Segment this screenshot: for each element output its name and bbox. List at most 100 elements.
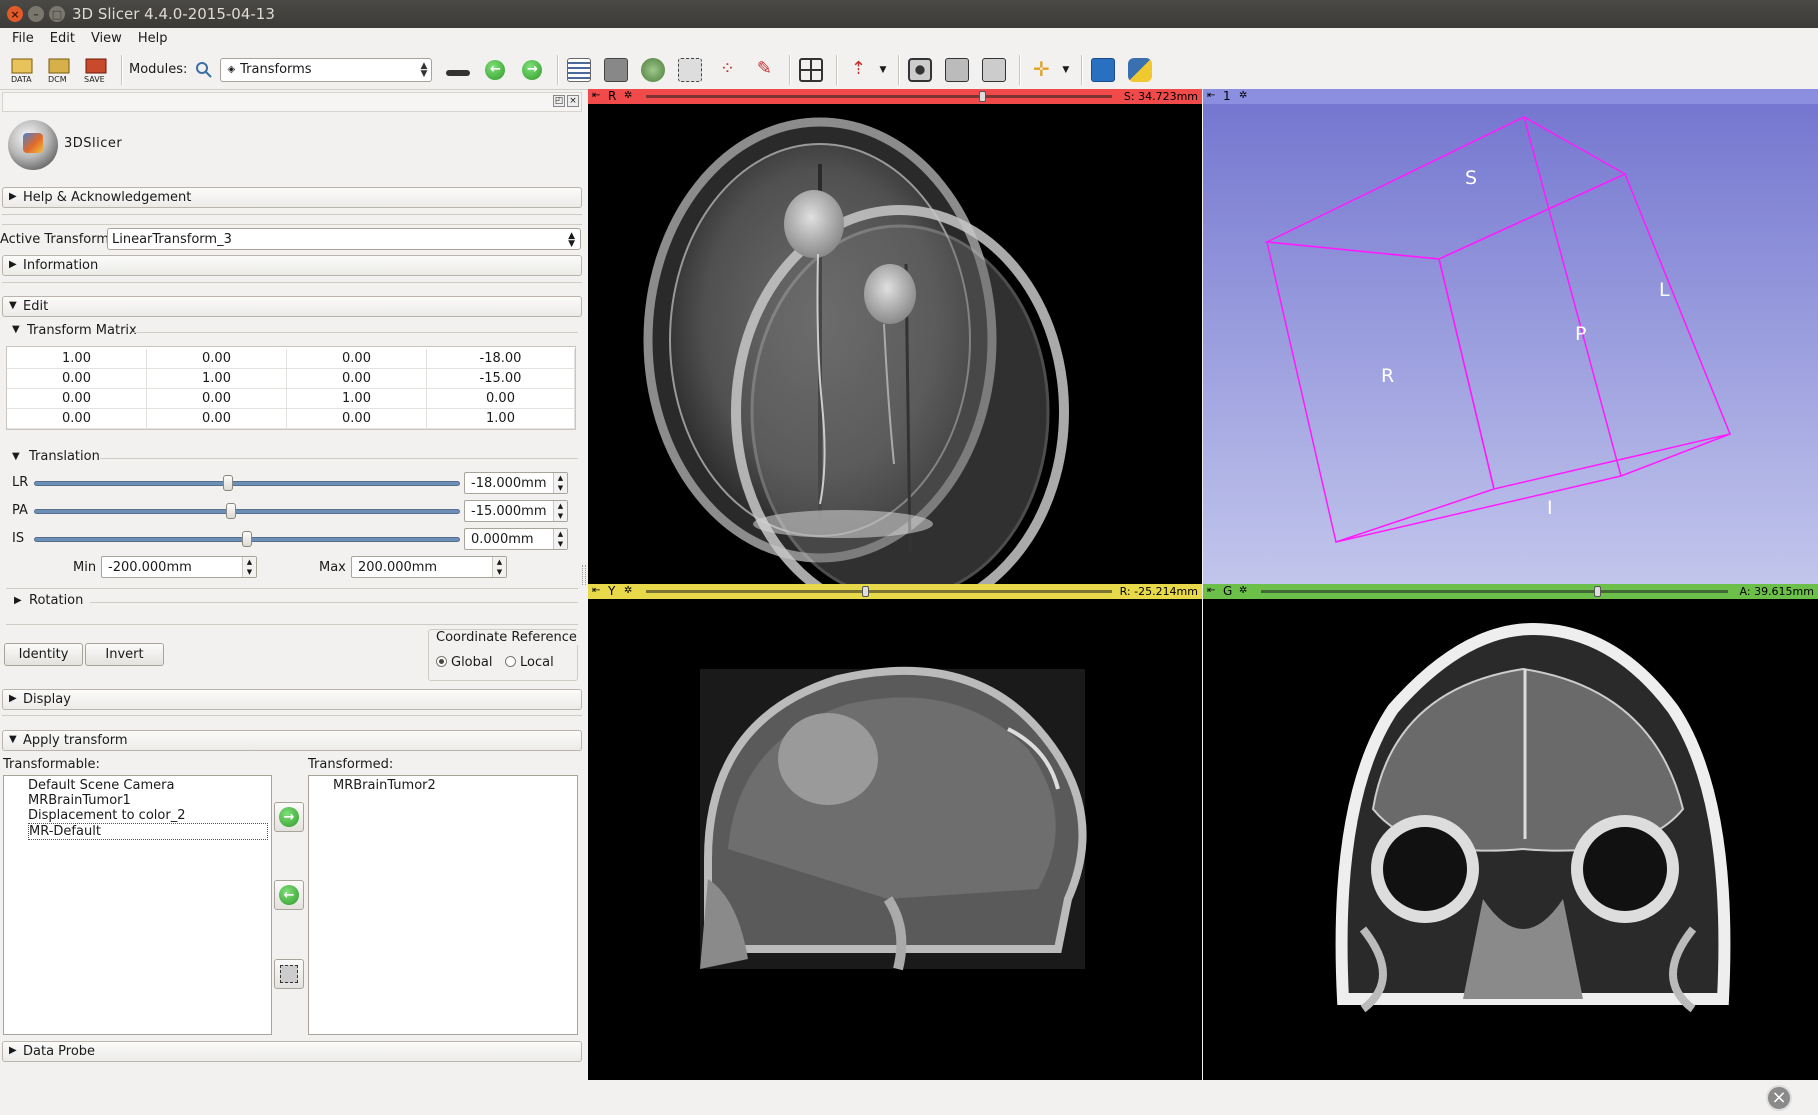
matrix-cell[interactable]: 0.00 [147, 349, 287, 369]
module-selector[interactable]: ◈ Transforms ▲ ▼ [220, 57, 433, 82]
pin-icon[interactable]: ⇤ [592, 585, 600, 596]
global-radio[interactable]: Global [436, 655, 492, 670]
pin-icon[interactable]: ⇤ [592, 90, 600, 101]
apply-transform-button[interactable]: → [274, 802, 304, 832]
layout-button[interactable] [795, 54, 827, 86]
transformed-list[interactable]: MRBrainTumor2 [308, 775, 578, 1035]
slider-handle[interactable] [978, 91, 986, 102]
dropdown-arrow-icon[interactable]: ▼ [879, 65, 886, 75]
transform-matrix-table[interactable]: 1.00 0.00 0.00 -18.00 0.00 1.00 0.00 -15.00 0.00… [6, 346, 576, 430]
transformable-item[interactable]: MRBrainTumor1 [28, 793, 131, 808]
green-slice-view[interactable] [1203, 599, 1818, 1080]
matrix-cell[interactable]: 0.00 [7, 369, 147, 389]
matrix-cell[interactable]: 1.00 [147, 369, 287, 389]
translation-slider[interactable] [34, 481, 460, 486]
transformable-list[interactable]: Default Scene Camera MRBrainTumor1 Displac… [3, 775, 272, 1035]
spin-arrows-icon[interactable]: ▲ ▼ [553, 529, 567, 549]
matrix-cell[interactable]: 0.00 [287, 409, 427, 429]
identity-button[interactable]: Identity [4, 643, 83, 666]
volumes-module-button[interactable] [600, 54, 632, 86]
transformed-item[interactable]: MRBrainTumor2 [333, 778, 436, 793]
matrix-cell[interactable]: -18.00 [427, 349, 575, 369]
spin-arrows-icon[interactable]: ▲ ▼ [242, 557, 256, 577]
load-dicom-button[interactable]: DCM [43, 54, 75, 86]
pin-icon[interactable]: ⇤ [1207, 585, 1215, 596]
local-radio[interactable]: Local [505, 655, 554, 670]
place-fiducial-button[interactable]: ✛ [1025, 54, 1057, 86]
translation-slider[interactable] [34, 509, 460, 514]
menu-file[interactable]: File [4, 28, 42, 50]
matrix-cell[interactable]: 1.00 [287, 389, 427, 409]
max-spinbox[interactable]: 200.000mm ▲ ▼ [351, 556, 507, 578]
spin-arrows-icon[interactable]: ▲ ▼ [553, 501, 567, 521]
3d-view[interactable]: S L P R I [1203, 104, 1818, 584]
editor-module-button[interactable]: ✎ [748, 54, 780, 86]
screenshot-button[interactable] [904, 54, 936, 86]
translation-spinbox[interactable]: 0.000mm ▲ ▼ [464, 528, 568, 550]
window-maximize-button[interactable]: □ [49, 6, 65, 22]
data-probe-section-header[interactable]: ▶ Data Probe [2, 1041, 582, 1062]
active-transform-selector[interactable]: LinearTransform_3 ▲ ▼ [107, 228, 581, 250]
matrix-cell[interactable]: 0.00 [427, 389, 575, 409]
matrix-cell[interactable]: 0.00 [147, 409, 287, 429]
slice-offset-slider[interactable] [1261, 590, 1728, 593]
float-icon[interactable]: ◰ [553, 95, 565, 107]
matrix-cell[interactable]: 1.00 [7, 349, 147, 369]
expand-icon[interactable]: ▶ [14, 595, 22, 606]
slice-offset-slider[interactable] [646, 95, 1112, 98]
window-minimize-button[interactable]: – [28, 6, 44, 22]
scene-restore-button[interactable] [978, 54, 1010, 86]
min-spinbox[interactable]: -200.000mm ▲ ▼ [101, 556, 257, 578]
transformable-item[interactable]: Displacement to color_2 [28, 808, 185, 823]
crosshair-button[interactable]: ⇡ [842, 54, 874, 86]
back-module-button[interactable]: ← [479, 54, 511, 86]
save-button[interactable]: SAVE [80, 54, 112, 86]
view-options-icon[interactable]: ✲ [1239, 90, 1247, 101]
harden-transform-button[interactable] [274, 959, 304, 989]
slider-handle[interactable] [862, 586, 870, 597]
yellow-slice-view[interactable] [588, 599, 1202, 1080]
forward-module-button[interactable]: → [516, 54, 548, 86]
transformable-item[interactable]: MR-Default [28, 823, 268, 840]
python-console-button[interactable] [1124, 54, 1156, 86]
translation-spinbox[interactable]: -18.000mm ▲ ▼ [464, 472, 568, 494]
matrix-cell[interactable]: 0.00 [7, 409, 147, 429]
scene-view-button[interactable] [941, 54, 973, 86]
slider-handle[interactable] [242, 531, 252, 547]
spin-arrows-icon[interactable]: ▲ ▼ [553, 473, 567, 493]
matrix-cell[interactable]: 0.00 [147, 389, 287, 409]
spin-arrows-icon[interactable]: ▲ ▼ [492, 557, 506, 577]
slider-handle[interactable] [222, 475, 233, 491]
matrix-cell[interactable]: -15.00 [427, 369, 575, 389]
pin-icon[interactable]: ⇤ [1207, 90, 1215, 101]
matrix-cell[interactable]: 0.00 [287, 369, 427, 389]
close-icon[interactable]: × [567, 95, 579, 107]
view-options-icon[interactable]: ✲ [624, 90, 632, 101]
matrix-cell[interactable]: 0.00 [7, 389, 147, 409]
slider-handle[interactable] [1594, 586, 1602, 597]
markups-module-button[interactable]: ⁘ [711, 54, 743, 86]
remove-transform-button[interactable]: ← [274, 880, 304, 910]
apply-transform-section-header[interactable]: ▼ Apply transform [2, 730, 582, 751]
display-section-header[interactable]: ▶ Display [2, 689, 582, 710]
collapse-icon[interactable]: ▼ [12, 451, 20, 462]
error-log-icon[interactable]: × [1766, 1085, 1792, 1111]
view-options-icon[interactable]: ✲ [624, 585, 632, 596]
module-search-button[interactable] [193, 54, 215, 86]
menu-view[interactable]: View [83, 28, 130, 50]
dropdown-arrow-icon[interactable]: ▼ [1062, 65, 1069, 75]
transforms-module-button[interactable] [674, 54, 706, 86]
menu-edit[interactable]: Edit [42, 28, 83, 50]
menu-help[interactable]: Help [130, 28, 176, 50]
translation-spinbox[interactable]: -15.000mm ▲ ▼ [464, 500, 568, 522]
models-module-button[interactable] [637, 54, 669, 86]
edit-section-header[interactable]: ▼ Edit [2, 296, 582, 317]
data-module-button[interactable] [563, 54, 595, 86]
collapse-icon[interactable]: ▼ [12, 324, 20, 335]
help-section-header[interactable]: ▶ Help & Acknowledgement [2, 187, 582, 208]
transformable-item[interactable]: Default Scene Camera [28, 778, 174, 793]
slice-offset-slider[interactable] [646, 590, 1112, 593]
red-slice-view[interactable] [588, 104, 1202, 584]
slider-handle[interactable] [226, 503, 237, 519]
window-close-button[interactable]: × [7, 6, 23, 22]
